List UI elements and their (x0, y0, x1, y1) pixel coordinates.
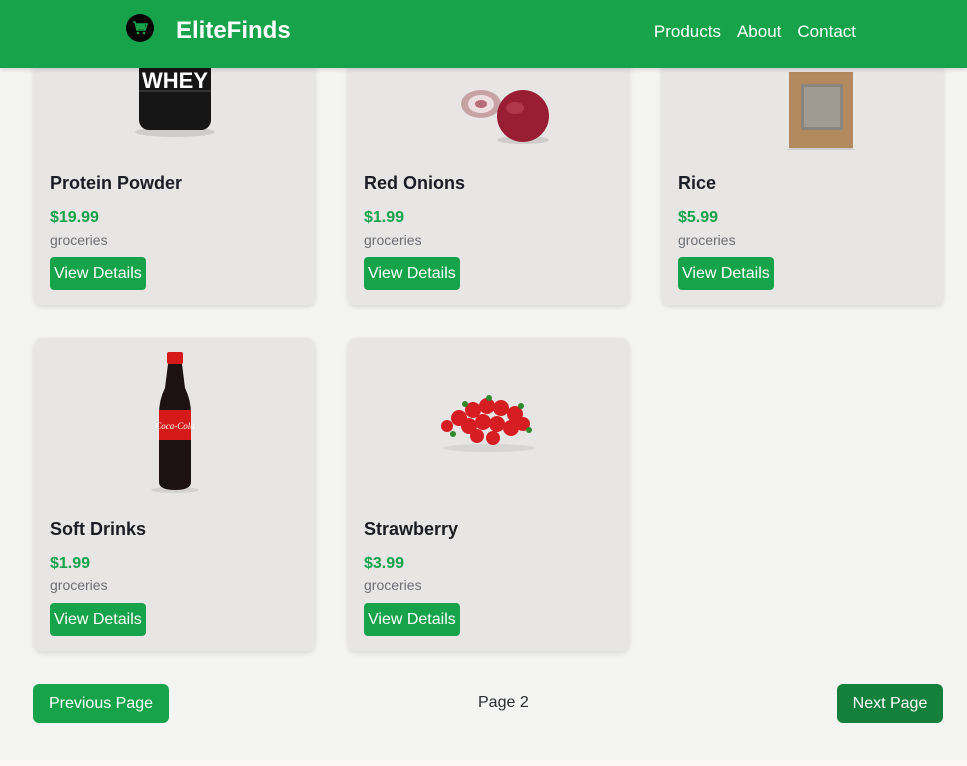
product-card: Coca-Cola Soft Drinks $1.99 groceries Vi… (34, 338, 315, 651)
product-title: Protein Powder (50, 173, 183, 193)
product-title: Rice (678, 173, 717, 193)
previous-page-button[interactable]: Previous Page (33, 684, 169, 723)
product-title: Strawberry (364, 519, 459, 539)
view-details-button[interactable]: View Details (364, 257, 460, 290)
page-indicator: Page 2 (478, 694, 529, 711)
view-details-button[interactable]: View Details (678, 257, 774, 290)
nav-link-about[interactable]: About (737, 22, 781, 42)
product-card: Strawberry $3.99 groceries View Details (348, 338, 629, 651)
product-price: $3.99 (364, 555, 405, 572)
cart-icon[interactable] (126, 14, 154, 42)
view-details-button[interactable]: View Details (50, 603, 146, 636)
product-price: $5.99 (678, 209, 719, 226)
view-details-button[interactable]: View Details (50, 257, 146, 290)
product-title: Red Onions (364, 173, 466, 193)
product-image-strawberry (348, 338, 629, 498)
product-category: groceries (678, 232, 736, 248)
nav-link-contact[interactable]: Contact (797, 22, 856, 42)
view-details-button[interactable]: View Details (364, 603, 460, 636)
product-category: groceries (364, 232, 422, 248)
main-nav: Products About Contact (654, 22, 856, 42)
product-category: groceries (50, 232, 108, 248)
svg-text:Coca-Cola: Coca-Cola (155, 421, 195, 431)
product-price: $1.99 (364, 209, 405, 226)
product-image-soft-drinks: Coca-Cola (34, 338, 315, 498)
nav-link-products[interactable]: Products (654, 22, 721, 42)
footer-edge (0, 760, 967, 766)
top-navbar: EliteFinds Products About Contact (0, 0, 967, 68)
svg-text:WHEY: WHEY (142, 68, 208, 93)
product-title: Soft Drinks (50, 519, 147, 539)
product-price: $19.99 (50, 209, 99, 226)
next-page-button[interactable]: Next Page (837, 684, 943, 723)
product-category: groceries (364, 577, 422, 593)
product-price: $1.99 (50, 555, 91, 572)
brand-name[interactable]: EliteFinds (176, 17, 291, 45)
product-category: groceries (50, 577, 108, 593)
